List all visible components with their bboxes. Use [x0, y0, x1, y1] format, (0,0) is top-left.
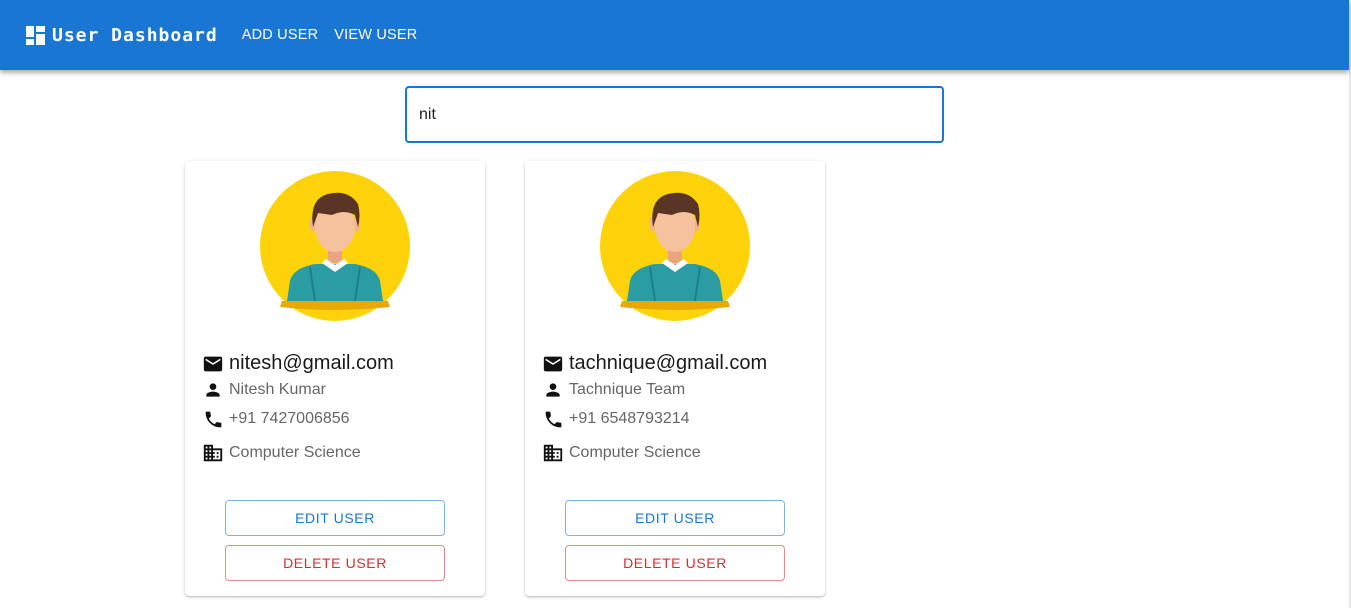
nav-add-user[interactable]: ADD USER: [242, 27, 319, 43]
email-row: nitesh@gmail.com: [202, 352, 394, 375]
delete-user-button[interactable]: DELETE USER: [565, 545, 785, 581]
app-title: User Dashboard: [52, 24, 218, 46]
user-avatar: [600, 171, 750, 321]
user-card: tachnique@gmail.com Tachnique Team +91 6…: [525, 161, 825, 596]
user-name: Tachnique Team: [569, 381, 686, 398]
user-phone: +91 7427006856: [229, 410, 350, 427]
department-row: Computer Science: [202, 442, 361, 464]
user-department: Computer Science: [569, 444, 701, 461]
phone-icon: [202, 408, 224, 430]
user-avatar: [260, 171, 410, 321]
phone-icon: [542, 408, 564, 430]
name-row: Nitesh Kumar: [202, 379, 326, 401]
mail-icon: [202, 353, 224, 375]
search-field[interactable]: [405, 86, 944, 143]
nav-view-user[interactable]: VIEW USER: [334, 27, 417, 43]
user-department: Computer Science: [229, 444, 361, 461]
user-phone: +91 6548793214: [569, 410, 690, 427]
user-email: nitesh@gmail.com: [229, 352, 394, 374]
user-name: Nitesh Kumar: [229, 381, 326, 398]
delete-user-button[interactable]: DELETE USER: [225, 545, 445, 581]
edit-user-button[interactable]: EDIT USER: [565, 500, 785, 536]
domain-icon: [202, 442, 224, 464]
app-bar: User Dashboard ADD USER VIEW USER: [0, 0, 1349, 70]
user-card: nitesh@gmail.com Nitesh Kumar +91 742700…: [185, 161, 485, 596]
search-input[interactable]: [407, 88, 942, 141]
person-icon: [202, 379, 224, 401]
phone-row: +91 7427006856: [202, 408, 350, 430]
mail-icon: [542, 353, 564, 375]
email-row: tachnique@gmail.com: [542, 352, 767, 375]
department-row: Computer Science: [542, 442, 701, 464]
name-row: Tachnique Team: [542, 379, 685, 401]
person-icon: [542, 379, 564, 401]
phone-row: +91 6548793214: [542, 408, 690, 430]
dashboard-icon: [26, 25, 45, 45]
edit-user-button[interactable]: EDIT USER: [225, 500, 445, 536]
brand: User Dashboard: [26, 25, 218, 46]
user-email: tachnique@gmail.com: [569, 352, 768, 374]
domain-icon: [542, 442, 564, 464]
